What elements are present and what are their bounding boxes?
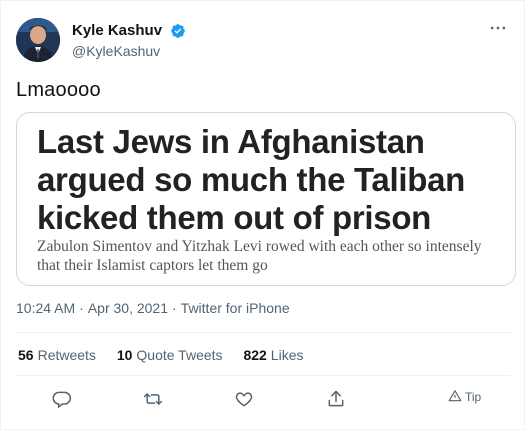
tweet-header: Kyle Kashuv @KyleKashuv	[16, 14, 511, 64]
tip-icon	[448, 390, 462, 402]
tweet-text: Lmaoooo	[16, 79, 101, 101]
article-card[interactable]: Last Jews in Afghanistan argued so much …	[16, 112, 516, 286]
retweets-count: 56	[18, 347, 34, 363]
reply-icon[interactable]	[50, 387, 74, 411]
meta-separator: ·	[79, 300, 84, 316]
action-bar: Tip	[0, 387, 525, 411]
more-options-icon[interactable]	[487, 18, 509, 40]
retweets-label: Retweets	[37, 347, 96, 363]
tweet-source[interactable]: Twitter for iPhone	[181, 300, 290, 316]
share-icon[interactable]	[324, 387, 348, 411]
retweet-icon[interactable]	[141, 387, 165, 411]
likes-stat[interactable]: 822 Likes	[243, 347, 303, 363]
card-subtitle: Zabulon Simentov and Yitzhak Levi rowed …	[37, 238, 482, 274]
author-names: Kyle Kashuv @KyleKashuv	[72, 22, 186, 60]
quote-tweets-stat[interactable]: 10 Quote Tweets	[117, 347, 223, 363]
quote-tweets-count: 10	[116, 347, 133, 363]
tip-button[interactable]: Tip	[448, 389, 481, 404]
tweet-time[interactable]: 10:24 AM	[16, 300, 75, 316]
tip-label: Tip	[465, 390, 482, 404]
likes-label: Likes	[270, 347, 304, 363]
avatar-image	[16, 18, 60, 62]
meta-separator: ·	[172, 300, 177, 316]
heart-icon[interactable]	[232, 387, 256, 411]
card-headline: Last Jews in Afghanistan argued so much …	[37, 123, 465, 236]
likes-count: 822	[243, 347, 267, 363]
tweet-stats: 56 Retweets 10 Quote Tweets 822 Likes	[18, 347, 320, 363]
divider	[16, 332, 511, 333]
divider	[16, 375, 511, 376]
retweets-stat[interactable]: 56 Retweets	[18, 347, 96, 363]
author-display-name[interactable]: Kyle Kashuv	[72, 22, 162, 40]
verified-badge-icon	[170, 24, 185, 38]
quote-tweets-label: Quote Tweets	[136, 347, 223, 363]
avatar[interactable]	[16, 18, 60, 62]
author-handle[interactable]: @KyleKashuv	[72, 42, 186, 60]
tweet-meta: 10:24 AM · Apr 30, 2021 · Twitter for iPhone	[16, 300, 290, 316]
tweet-date[interactable]: Apr 30, 2021	[88, 300, 168, 316]
